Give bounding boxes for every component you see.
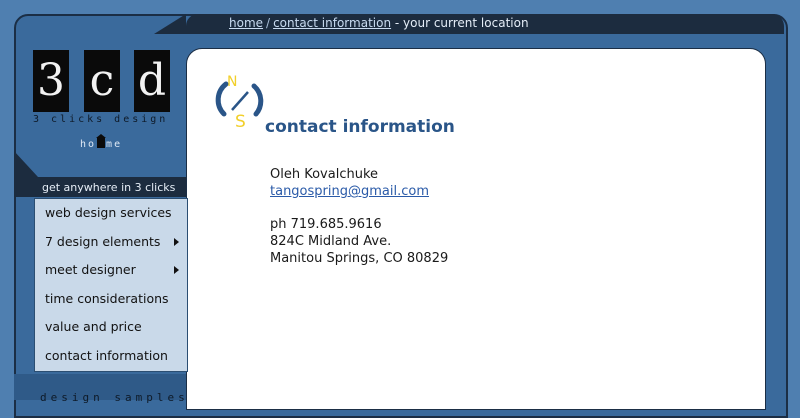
logo-subtitle: 3 clicks design: [33, 114, 169, 125]
nav-item-time-considerations[interactable]: time considerations: [35, 285, 187, 314]
breadcrumb: home / contact information - your current …: [229, 16, 529, 30]
logo-letter-d: d: [134, 50, 170, 112]
submenu-arrow-icon: [174, 237, 179, 246]
breadcrumb-contact-link[interactable]: contact information: [273, 16, 391, 30]
breadcrumb-separator: /: [266, 16, 271, 30]
design-samples-heading[interactable]: design samples: [40, 391, 189, 404]
house-icon: [96, 134, 107, 148]
home-link-text-start: ho: [80, 139, 97, 150]
compass-north-label: N: [227, 74, 237, 90]
contact-email-link[interactable]: tangospring@gmail.com: [270, 184, 429, 199]
nav-heading: get anywhere in 3 clicks: [42, 181, 176, 194]
nav-item-meet-designer[interactable]: meet designer: [35, 256, 187, 285]
compass-icon: N S: [215, 74, 264, 130]
submenu-arrow-icon: [174, 266, 179, 275]
nav-item-label: time considerations: [45, 290, 169, 306]
nav-item-7-design-elements[interactable]: 7 design elements: [35, 228, 187, 257]
breadcrumb-location-text: - your current location: [394, 16, 529, 30]
home-link-text-end: me: [106, 139, 123, 150]
nav-item-label: 7 design elements: [45, 233, 161, 249]
nav-item-web-design-services[interactable]: web design services: [35, 199, 187, 228]
side-nav: web design services 7 design elements me…: [34, 198, 188, 372]
nav-item-label: web design services: [45, 205, 172, 220]
nav-item-contact-information[interactable]: contact information: [35, 342, 187, 371]
logo-letter-c: c: [84, 50, 120, 112]
logo-letter-3: 3: [33, 50, 69, 112]
contact-details: Oleh Kovalchuke tangospring@gmail.com ph…: [270, 166, 448, 267]
page-title: contact information: [265, 117, 455, 137]
compass-south-label: S: [235, 112, 246, 130]
nav-item-label: contact information: [45, 347, 168, 363]
breadcrumb-home-link[interactable]: home: [229, 16, 263, 30]
contact-name: Oleh Kovalchuke: [270, 167, 379, 182]
contact-phone: ph 719.685.9616: [270, 217, 382, 232]
nav-item-value-and-price[interactable]: value and price: [35, 313, 187, 342]
contact-address-line1: 824C Midland Ave.: [270, 234, 392, 249]
nav-item-label: value and price: [45, 319, 142, 335]
home-link[interactable]: ho me: [80, 134, 123, 150]
nav-item-label: meet designer: [45, 262, 136, 278]
contact-address-line2: Manitou Springs, CO 80829: [270, 251, 449, 266]
